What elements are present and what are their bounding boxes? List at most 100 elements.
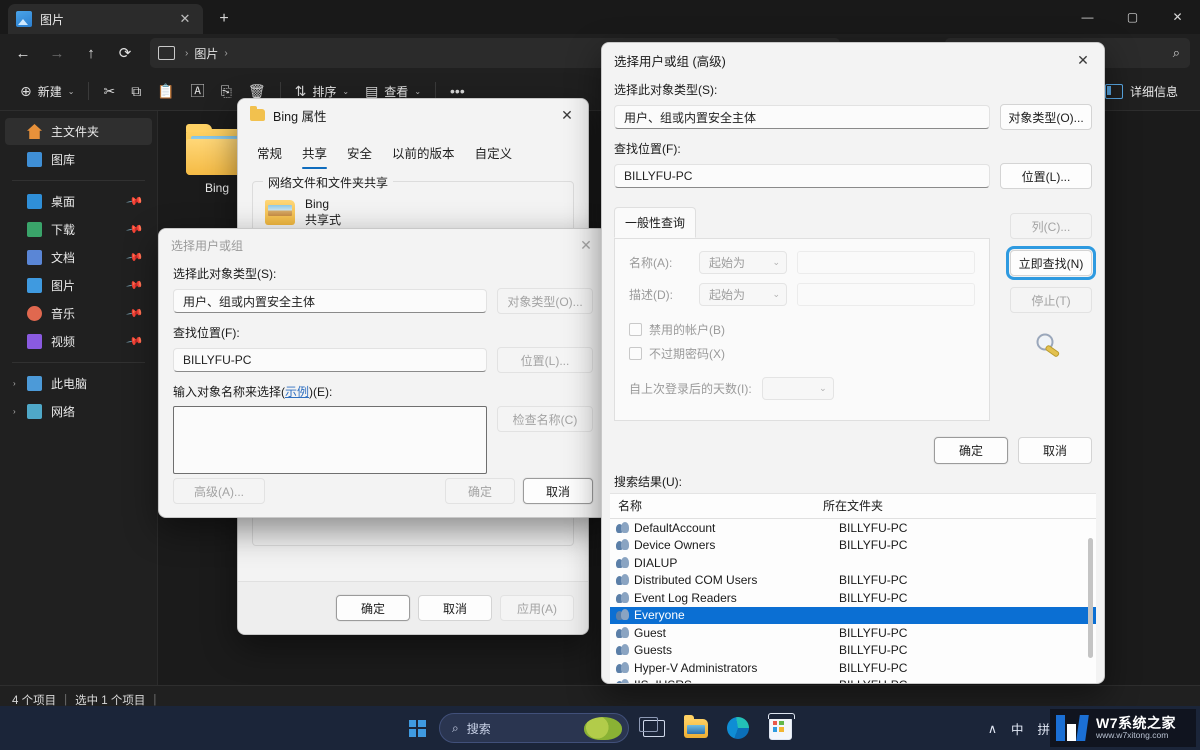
ok-button[interactable]: 确定 xyxy=(336,595,410,621)
start-button[interactable] xyxy=(403,714,431,742)
result-folder: BILLYFU-PC xyxy=(839,626,907,640)
file-explorer-taskbar-button[interactable] xyxy=(679,711,713,745)
table-row[interactable]: Distributed COM Users BILLYFU-PC xyxy=(610,572,1096,590)
tab-previous-versions[interactable]: 以前的版本 xyxy=(383,137,464,169)
results-list[interactable]: 名称 所在文件夹 DefaultAccount BILLYFU-PC Devic… xyxy=(610,493,1096,683)
location-field[interactable]: BILLYFU-PC xyxy=(614,164,990,188)
pin-icon: 📌 xyxy=(126,192,145,211)
tab-common-queries[interactable]: 一般性查询 xyxy=(614,207,696,238)
tab-pictures[interactable]: 图片 ✕ xyxy=(8,4,203,34)
table-row[interactable]: DIALUP xyxy=(610,554,1096,572)
maximize-button[interactable]: ▢ xyxy=(1110,0,1155,34)
object-types-button[interactable]: 对象类型(O)... xyxy=(1000,104,1092,130)
object-names-label-suffix: )(E): xyxy=(309,385,332,399)
location-field[interactable]: BILLYFU-PC xyxy=(173,348,487,372)
no-expire-password-label: 不过期密码(X) xyxy=(649,345,725,362)
chevron-down-icon: ⌄ xyxy=(414,87,421,96)
table-row-selected[interactable]: Everyone xyxy=(610,607,1096,625)
chevron-down-icon: ⌄ xyxy=(772,289,780,300)
cancel-button[interactable]: 取消 xyxy=(418,595,492,621)
show-hidden-icons-button[interactable]: ∧ xyxy=(988,721,997,736)
sidebar-item-pictures[interactable]: 图片 📌 xyxy=(5,272,152,299)
refresh-button[interactable]: ⟳ xyxy=(108,38,142,68)
microsoft-edge-taskbar-button[interactable] xyxy=(721,711,755,745)
cancel-button[interactable]: 取消 xyxy=(1018,437,1092,464)
table-row[interactable]: Guests BILLYFU-PC xyxy=(610,642,1096,660)
table-row[interactable]: Event Log Readers BILLYFU-PC xyxy=(610,589,1096,607)
copy-button[interactable]: ⧉ xyxy=(123,77,149,105)
ime-method-indicator[interactable]: 拼 xyxy=(1037,719,1050,738)
close-button[interactable]: ✕ xyxy=(1155,0,1200,34)
results-scrollbar[interactable] xyxy=(1087,498,1094,679)
cut-button[interactable]: ✂ xyxy=(95,77,123,105)
chevron-right-icon[interactable]: › xyxy=(13,407,16,416)
column-header-folder[interactable]: 所在文件夹 xyxy=(823,497,883,514)
paste-button[interactable]: 📋 xyxy=(149,77,182,105)
sidebar-item-label: 桌面 xyxy=(51,193,75,210)
tab-customize[interactable]: 自定义 xyxy=(466,137,522,169)
share-button[interactable]: ⎘ xyxy=(213,77,240,105)
minimize-button[interactable]: — xyxy=(1065,0,1110,34)
sidebar-item-music[interactable]: 音乐 📌 xyxy=(5,300,152,327)
sidebar-item-videos[interactable]: 视频 📌 xyxy=(5,328,152,355)
tab-security[interactable]: 安全 xyxy=(338,137,381,169)
rename-button[interactable]: 🄰 xyxy=(183,77,213,105)
close-icon[interactable]: ✕ xyxy=(1062,43,1104,77)
column-header-name[interactable]: 名称 xyxy=(618,497,823,514)
table-row[interactable]: Guest BILLYFU-PC xyxy=(610,624,1096,642)
new-tab-button[interactable]: + xyxy=(212,7,236,31)
table-row[interactable]: DefaultAccount BILLYFU-PC xyxy=(610,519,1096,537)
table-row[interactable]: Device Owners BILLYFU-PC xyxy=(610,537,1096,555)
close-icon[interactable]: ✕ xyxy=(546,99,588,131)
examples-link[interactable]: 示例 xyxy=(285,385,309,399)
taskbar-search-input[interactable]: ⌕ 搜索 xyxy=(439,713,629,743)
search-icon[interactable]: ⌕ xyxy=(1173,45,1180,61)
task-view-icon xyxy=(643,720,665,737)
sidebar-item-downloads[interactable]: 下载 📌 xyxy=(5,216,152,243)
window-controls: — ▢ ✕ xyxy=(1065,0,1200,34)
up-button[interactable]: ↑ xyxy=(74,38,108,68)
pictures-icon xyxy=(27,278,42,293)
sidebar-item-label: 网络 xyxy=(51,403,75,420)
sidebar-item-this-pc[interactable]: › 此电脑 xyxy=(5,370,152,397)
results-label: 搜索结果(U): xyxy=(614,475,682,489)
sidebar-item-gallery[interactable]: 图库 xyxy=(5,146,152,173)
scrollbar-thumb[interactable] xyxy=(1088,538,1093,658)
object-names-input[interactable] xyxy=(173,406,487,474)
watermark-title: W7系统之家 xyxy=(1096,716,1176,731)
result-name: IIS_IUSRS xyxy=(634,678,839,684)
breadcrumb-item-pictures[interactable]: 图片 xyxy=(194,45,218,62)
details-pane-button[interactable]: 详细信息 xyxy=(1097,77,1186,105)
new-button[interactable]: ⊕ 新建 ⌄ xyxy=(12,77,82,105)
locations-button[interactable]: 位置(L)... xyxy=(1000,163,1092,189)
taskbar-search-placeholder: 搜索 xyxy=(467,720,491,737)
new-button-label: 新建 xyxy=(38,83,62,100)
table-row[interactable]: Hyper-V Administrators BILLYFU-PC xyxy=(610,659,1096,677)
table-row[interactable]: IIS_IUSRS BILLYFU-PC xyxy=(610,677,1096,685)
object-type-field[interactable]: 用户、组或内置安全主体 xyxy=(614,105,990,129)
find-now-button[interactable]: 立即查找(N) xyxy=(1010,250,1092,276)
task-view-button[interactable] xyxy=(637,711,671,745)
sidebar-item-label: 音乐 xyxy=(51,305,75,322)
object-type-field[interactable]: 用户、组或内置安全主体 xyxy=(173,289,487,313)
dialog-footer: 确定 取消 应用(A) xyxy=(238,581,588,634)
chevron-right-icon[interactable]: › xyxy=(13,379,16,388)
ime-mode-indicator[interactable]: 中 xyxy=(1011,719,1024,738)
tab-general[interactable]: 常规 xyxy=(248,137,291,169)
cancel-button[interactable]: 取消 xyxy=(523,478,593,504)
tab-sharing[interactable]: 共享 xyxy=(293,137,336,169)
close-icon[interactable]: ✕ xyxy=(175,9,195,29)
sidebar-item-label: 此电脑 xyxy=(51,375,87,392)
sidebar-item-desktop[interactable]: 桌面 📌 xyxy=(5,188,152,215)
no-expire-password-row: 不过期密码(X) xyxy=(629,345,975,362)
sidebar-item-home[interactable]: 主文件夹 xyxy=(5,118,152,145)
object-type-label: 选择此对象类型(S): xyxy=(173,265,593,282)
microsoft-store-taskbar-button[interactable] xyxy=(763,711,797,745)
ok-button[interactable]: 确定 xyxy=(934,437,1008,464)
edge-icon xyxy=(727,717,749,739)
sidebar-item-network[interactable]: › 网络 xyxy=(5,398,152,425)
select-users-advanced-dialog: 选择用户或组 (高级) ✕ 选择此对象类型(S): 用户、组或内置安全主体 对象… xyxy=(601,42,1105,684)
back-button[interactable]: ← xyxy=(6,38,40,68)
sidebar-item-documents[interactable]: 文档 📌 xyxy=(5,244,152,271)
result-folder: BILLYFU-PC xyxy=(839,521,907,535)
